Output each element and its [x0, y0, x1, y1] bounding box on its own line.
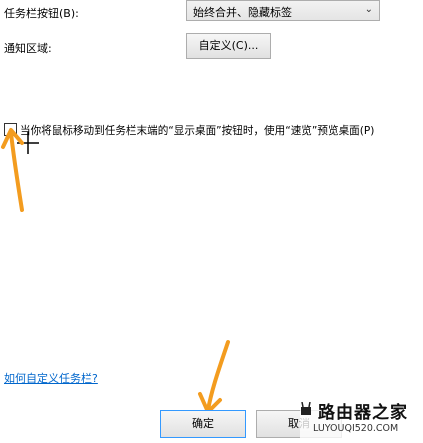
annotation-arrow-icon: [1, 128, 24, 212]
notification-area-label: 通知区域:: [4, 42, 52, 55]
taskbar-buttons-select[interactable]: 始终合并、隐藏标签 ⌄: [186, 0, 380, 21]
taskbar-buttons-label: 任务栏按钮(B):: [4, 7, 79, 20]
customize-button[interactable]: 自定义(C)...: [186, 33, 271, 59]
peek-label: 当你将鼠标移动到任务栏末端的“显示桌面”按钮时，使用“速览”预览桌面(P): [20, 125, 375, 137]
help-link[interactable]: 如何自定义任务栏?: [4, 370, 98, 386]
ok-button[interactable]: 确定: [160, 410, 246, 438]
router-logo-icon: [301, 402, 311, 415]
chevron-down-icon: ⌄: [364, 4, 373, 15]
annotation-arrow-icon: [198, 340, 230, 414]
watermark-url: LUYOUQI520.COM: [313, 423, 399, 434]
taskbar-buttons-selected-value: 始终合并、隐藏标签: [193, 6, 292, 19]
watermark-title: 路由器之家: [318, 403, 408, 423]
